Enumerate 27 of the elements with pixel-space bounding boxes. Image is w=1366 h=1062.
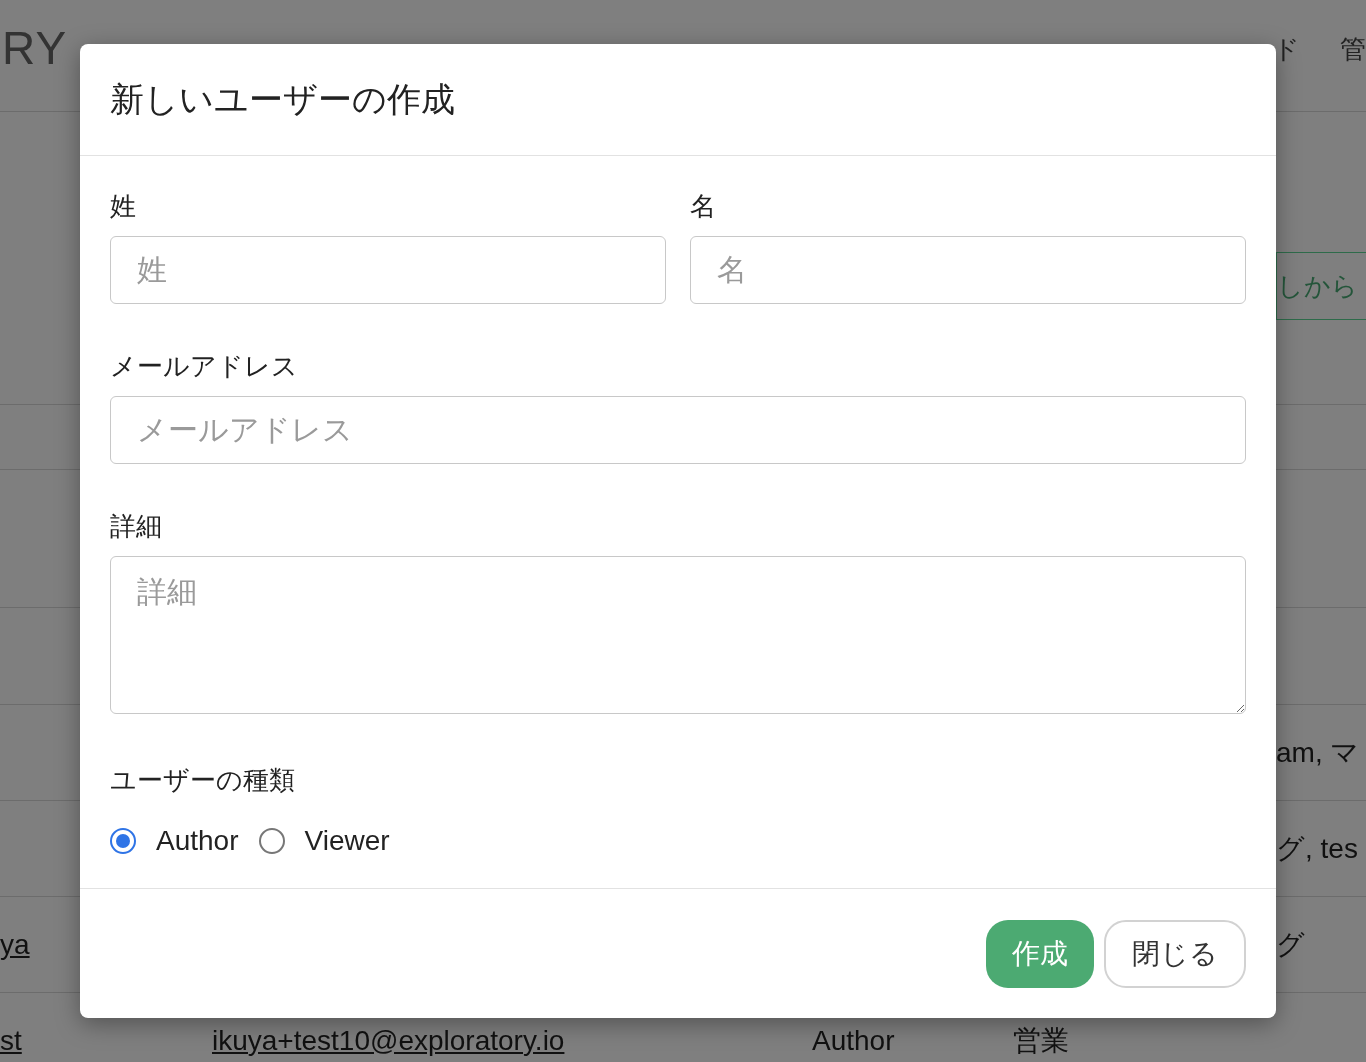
field-label: ユーザーの種類 (110, 764, 296, 796)
table-cell: Author (812, 1024, 895, 1056)
nav-link[interactable]: ド (1273, 34, 1300, 64)
table-cell: am, マ (1276, 736, 1360, 768)
text-input-field[interactable]: メールアドレス (110, 396, 1246, 464)
text-input-field[interactable]: 名 (690, 236, 1246, 304)
field-label: 名 (690, 190, 717, 222)
close-button[interactable]: 閉じる (1104, 919, 1246, 988)
email-link[interactable]: ikuya+test10@exploratory.io (212, 1024, 565, 1056)
dialog-title: 新しいユーザーの作成 (110, 79, 455, 120)
field-label: 詳細 (110, 510, 163, 542)
radio-button[interactable] (258, 828, 285, 854)
user-name-link[interactable]: ya (0, 928, 30, 960)
radio-label: Author (156, 824, 239, 858)
create-button[interactable]: 作成 (986, 919, 1094, 988)
logo-text: RY (2, 22, 68, 74)
user-name-link[interactable]: st (0, 1024, 22, 1056)
details-field[interactable]: 詳細 (110, 556, 1246, 714)
nav-link[interactable]: 管 (1340, 34, 1366, 64)
table-cell: グ (1276, 928, 1305, 960)
field-label: 姓 (110, 190, 137, 222)
field-label: メールアドレス (110, 350, 299, 382)
table-cell: グ, tes (1276, 832, 1358, 864)
radio-button[interactable] (110, 828, 136, 854)
table-cell: 営業 (1013, 1024, 1069, 1056)
text-input-field[interactable]: 姓 (110, 236, 666, 304)
radio-label: Viewer (304, 824, 390, 858)
